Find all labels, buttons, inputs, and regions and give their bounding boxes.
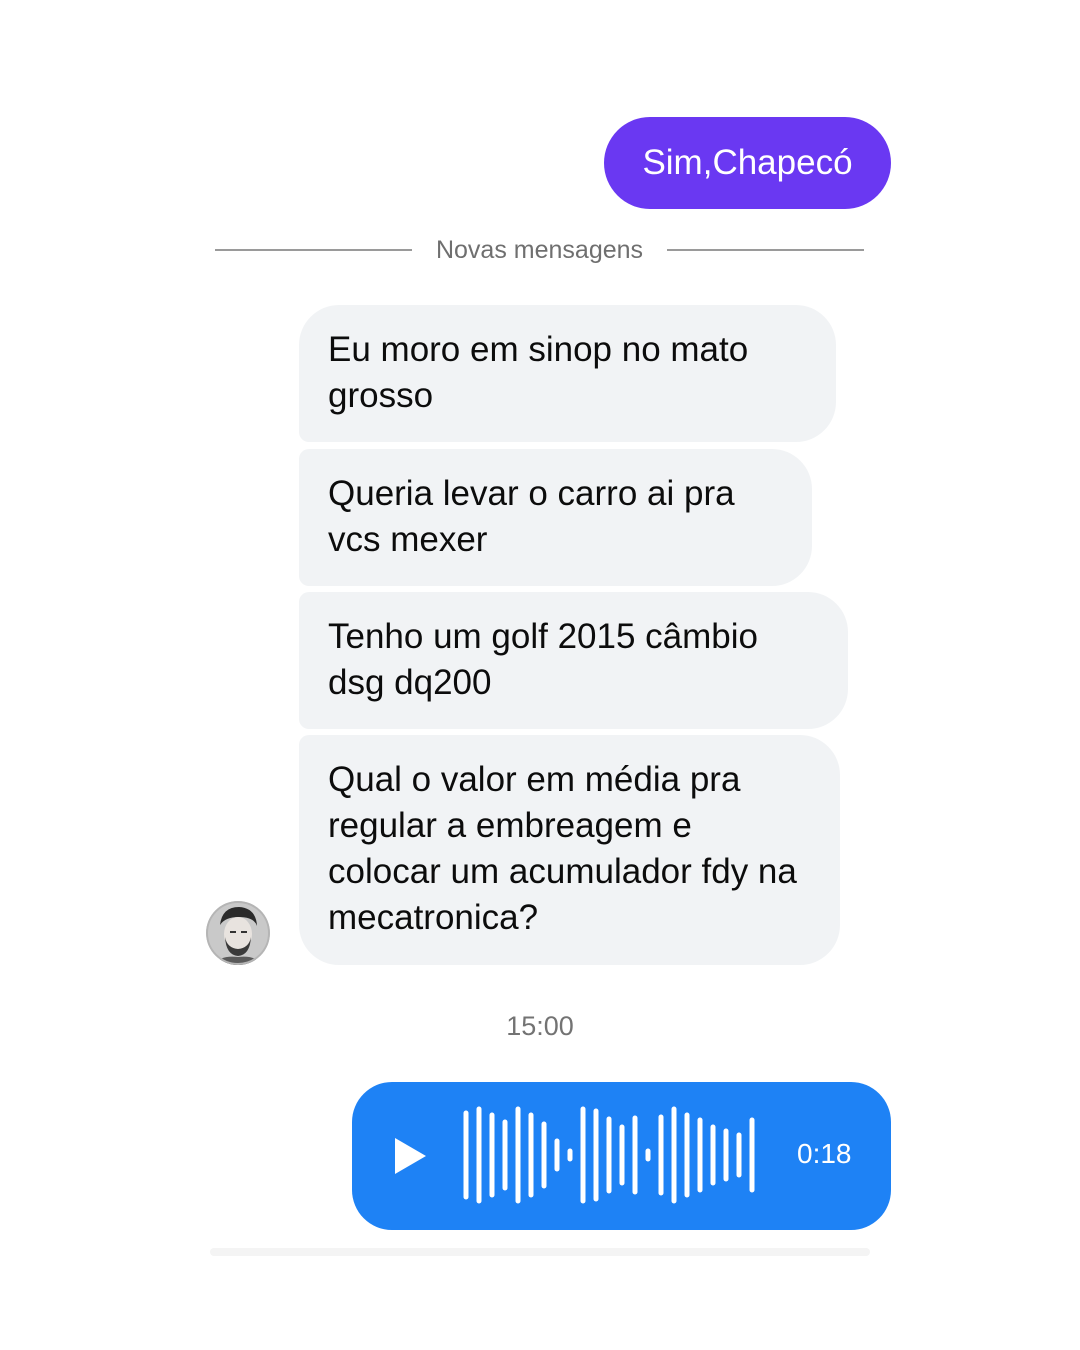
- sent-message-bubble[interactable]: Sim,Chapecó: [604, 117, 891, 209]
- received-message-bubble[interactable]: Qual o valor em média pra regular a embr…: [299, 735, 840, 965]
- received-message-text: Qual o valor em média pra regular a embr…: [328, 760, 797, 937]
- received-message-text: Queria levar o carro ai pra vcs mexer: [328, 474, 735, 559]
- composer-edge: [210, 1248, 870, 1256]
- waveform-icon[interactable]: [460, 1105, 770, 1205]
- received-message-bubble[interactable]: Queria levar o carro ai pra vcs mexer: [299, 449, 812, 586]
- divider-label: Novas mensagens: [435, 235, 644, 264]
- sent-message-text: Sim,Chapecó: [642, 143, 853, 182]
- voice-duration: 0:18: [797, 1138, 852, 1169]
- play-icon[interactable]: [393, 1136, 429, 1176]
- avatar[interactable]: [206, 901, 270, 965]
- received-message-bubble[interactable]: Eu moro em sinop no mato grosso: [299, 305, 836, 442]
- received-message-text: Tenho um golf 2015 câmbio dsg dq200: [328, 617, 758, 702]
- divider-line-left: [215, 249, 412, 251]
- received-message-bubble[interactable]: Tenho um golf 2015 câmbio dsg dq200: [299, 592, 848, 729]
- received-message-text: Eu moro em sinop no mato grosso: [328, 330, 749, 415]
- message-timestamp: 15:00: [506, 1011, 574, 1041]
- new-messages-divider: Novas mensagens: [215, 232, 864, 268]
- divider-line-right: [667, 249, 864, 251]
